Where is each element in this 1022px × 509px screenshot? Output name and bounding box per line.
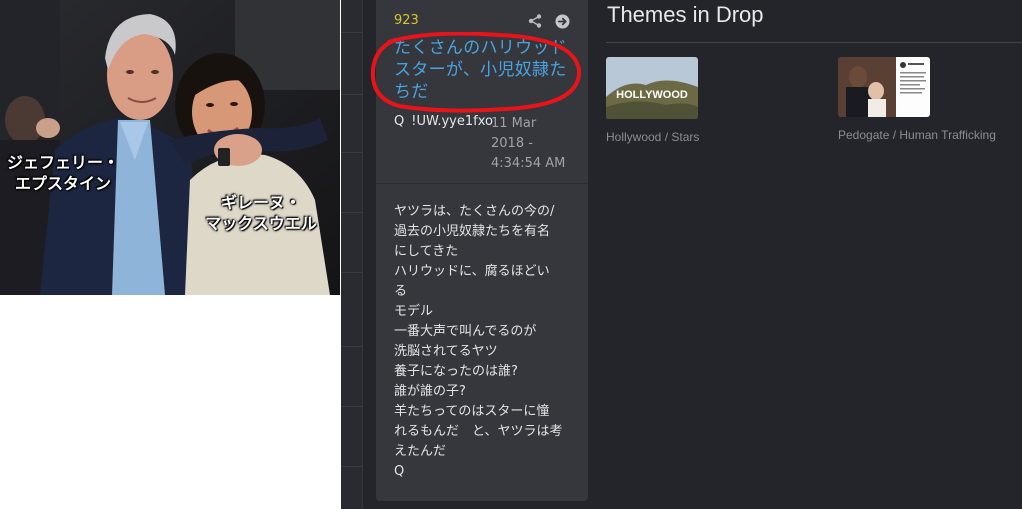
body-line: えたんだ: [394, 444, 447, 459]
drop-card: 923 たくさんのハリウッドスターが、小児奴隷たちだ Q !UW.yye1fxo …: [370, 0, 588, 501]
body-signature: Q: [394, 464, 405, 479]
qmap-app: 923 たくさんのハリウッドスターが、小児奴隷たちだ Q !UW.yye1fxo …: [341, 0, 1022, 509]
caption-line: マックスウエル: [205, 214, 317, 233]
drop-number: 923: [394, 13, 419, 28]
arrow-right-circle-icon[interactable]: [554, 13, 570, 29]
pedogate-thumbnail: [838, 57, 930, 117]
gutter-divider: [341, 272, 362, 273]
drop-title-link[interactable]: たくさんのハリウッドスターが、小児奴隷たちだ: [394, 37, 572, 103]
drop-body: ヤツラは、たくさんの今の/ 過去の小児奴隷たちを有名 にしてきた ハリウッドに、…: [394, 202, 574, 482]
body-line: 一番大声で叫んでるのが: [394, 324, 537, 339]
body-line: にしてきた: [394, 244, 459, 259]
drop-date: 11 Mar 2018 - 4:34:54 AM: [491, 116, 566, 171]
body-line: ハリウッドに、腐るほどい: [394, 264, 550, 279]
caption-line: ギレーヌ・: [220, 193, 301, 212]
theme-hollywood-stars[interactable]: HOLLYWOOD Hollywood / Stars: [606, 57, 699, 144]
caption-line: ジェフェリー・: [6, 153, 119, 172]
body-line: れるもんだ と、ヤツラは考: [394, 424, 563, 439]
body-line: 羊たちってのはスターに憧: [394, 404, 550, 419]
body-line: る: [394, 284, 408, 299]
gutter-divider: [341, 346, 362, 347]
theme-pedogate[interactable]: Pedogate / Human Trafficking: [838, 57, 996, 142]
body-line: 洗脳されてるヤツ: [394, 344, 498, 359]
theme-label: Pedogate / Human Trafficking: [838, 128, 996, 142]
themes-heading: Themes in Drop: [607, 2, 764, 27]
photo-epstein-maxwell: ジェフェリー・ エプスタイン ギレーヌ・ マックスウエル: [0, 0, 340, 295]
gutter-divider: [341, 406, 362, 407]
drop-author: Q !UW.yye1fxo: [394, 114, 493, 129]
body-line: モデル: [394, 304, 434, 319]
gutter-divider: [341, 212, 362, 213]
card-divider: [376, 183, 588, 184]
photo-illustration: [0, 0, 340, 295]
caption-line: エプスタイン: [14, 174, 111, 193]
gutter-divider: [341, 94, 362, 95]
body-line: ヤツラは、たくさんの今の/: [394, 204, 555, 219]
hollywood-thumbnail: HOLLYWOOD: [606, 57, 698, 119]
caption-ghislaine-maxwell: ギレーヌ・ マックスウエル: [186, 192, 336, 234]
body-line: 過去の小児奴隷たちを有名: [394, 224, 551, 239]
left-gutter: [341, 0, 363, 509]
caption-jeffrey-epstein: ジェフェリー・ エプスタイン: [4, 152, 122, 194]
body-line: 誰が誰の子?: [394, 384, 466, 399]
gutter-divider: [341, 32, 362, 33]
author-tripcode: !UW.yye1fxo: [411, 114, 493, 129]
gutter-divider: [341, 152, 362, 153]
body-line: 養子になったのは誰?: [394, 364, 518, 379]
gutter-divider: [341, 466, 362, 467]
share-icon[interactable]: [527, 13, 543, 29]
hollywood-sign: HOLLYWOOD: [616, 89, 688, 101]
author-name: Q: [394, 114, 405, 129]
themes-divider: [606, 42, 1022, 43]
theme-label: Hollywood / Stars: [606, 130, 700, 144]
